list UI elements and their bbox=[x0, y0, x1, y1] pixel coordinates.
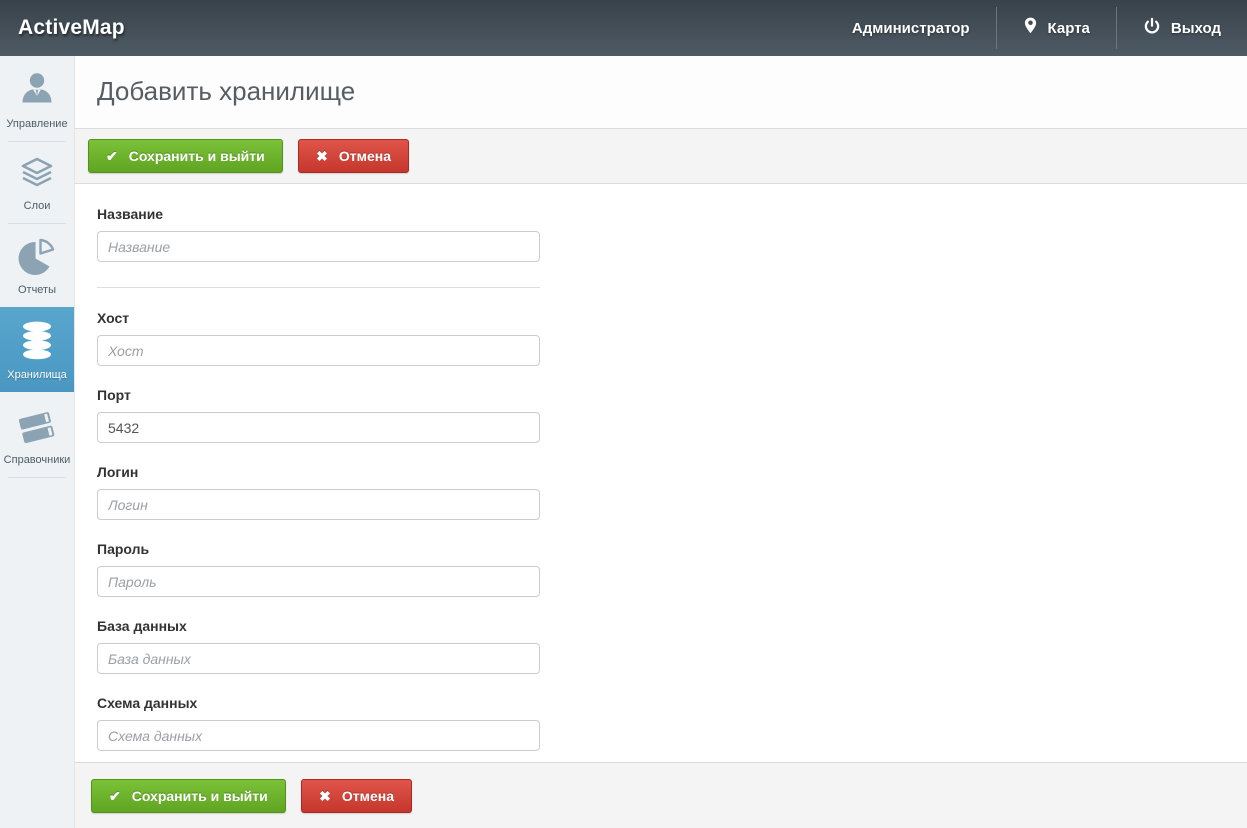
top-header: ActiveMap Администратор Карта Выход bbox=[0, 0, 1247, 56]
field-label: Порт bbox=[97, 387, 1247, 403]
books-icon bbox=[2, 405, 72, 447]
x-icon: ✖ bbox=[319, 788, 331, 805]
save-button-label: Сохранить и выйти bbox=[129, 148, 265, 164]
map-pin-icon bbox=[1023, 16, 1038, 40]
main-content: Добавить хранилище ✔ Сохранить и выйти ✖… bbox=[75, 56, 1247, 828]
field-label: Пароль bbox=[97, 541, 1247, 557]
page-layout: Управление Слои Отчеты bbox=[0, 56, 1247, 828]
sidebar-item-label: Управление bbox=[6, 118, 67, 130]
database-input[interactable] bbox=[97, 643, 540, 674]
sidebar: Управление Слои Отчеты bbox=[0, 56, 75, 828]
storage-form: Название Хост Порт Логин Пароль Б bbox=[75, 184, 1247, 762]
field-label: Хост bbox=[97, 310, 1247, 326]
page-title: Добавить хранилище bbox=[97, 76, 1247, 107]
name-input[interactable] bbox=[97, 231, 540, 262]
cancel-button-label: Отмена bbox=[339, 148, 391, 164]
check-icon: ✔ bbox=[109, 788, 121, 805]
database-icon bbox=[2, 320, 72, 362]
sidebar-item-dictionaries[interactable]: Справочники bbox=[0, 392, 74, 477]
user-menu[interactable]: Администратор bbox=[826, 0, 996, 56]
map-link[interactable]: Карта bbox=[997, 0, 1116, 56]
form-divider bbox=[97, 287, 540, 288]
user-icon bbox=[2, 69, 72, 111]
field-label: База данных bbox=[97, 618, 1247, 634]
host-input[interactable] bbox=[97, 335, 540, 366]
sidebar-item-label: Слои bbox=[24, 200, 51, 212]
power-icon bbox=[1143, 17, 1161, 39]
save-button-label: Сохранить и выйти bbox=[132, 788, 268, 804]
field-label: Схема данных bbox=[97, 695, 1247, 711]
sidebar-item-label: Справочники bbox=[4, 454, 71, 466]
field-group-schema: Схема данных bbox=[97, 695, 1247, 751]
check-icon: ✔ bbox=[106, 148, 118, 165]
login-input[interactable] bbox=[97, 489, 540, 520]
sidebar-item-layers[interactable]: Слои bbox=[0, 142, 74, 223]
cancel-button[interactable]: ✖ Отмена bbox=[298, 139, 409, 173]
sidebar-item-label: Хранилища bbox=[7, 369, 67, 381]
logout-link[interactable]: Выход bbox=[1117, 0, 1247, 56]
pie-chart-icon bbox=[2, 237, 72, 277]
cancel-button-bottom[interactable]: ✖ Отмена bbox=[301, 779, 412, 813]
field-group-password: Пароль bbox=[97, 541, 1247, 597]
save-button[interactable]: ✔ Сохранить и выйти bbox=[88, 139, 283, 173]
layers-icon bbox=[2, 155, 72, 193]
schema-input[interactable] bbox=[97, 720, 540, 751]
bottom-toolbar: ✔ Сохранить и выйти ✖ Отмена bbox=[75, 762, 1247, 828]
map-link-label: Карта bbox=[1048, 20, 1090, 37]
field-group-login: Логин bbox=[97, 464, 1247, 520]
port-input[interactable] bbox=[97, 412, 540, 443]
title-bar: Добавить хранилище bbox=[75, 56, 1247, 128]
field-label: Логин bbox=[97, 464, 1247, 480]
x-icon: ✖ bbox=[316, 148, 328, 165]
sidebar-item-storages[interactable]: Хранилища bbox=[0, 307, 74, 392]
password-input[interactable] bbox=[97, 566, 540, 597]
save-button-bottom[interactable]: ✔ Сохранить и выйти bbox=[91, 779, 286, 813]
sidebar-divider bbox=[8, 477, 66, 478]
sidebar-item-management[interactable]: Управление bbox=[0, 56, 74, 141]
top-toolbar: ✔ Сохранить и выйти ✖ Отмена bbox=[75, 128, 1247, 184]
app-logo: ActiveMap bbox=[18, 16, 125, 40]
cancel-button-label: Отмена bbox=[342, 788, 394, 804]
header-nav: Администратор Карта Выход bbox=[826, 0, 1247, 56]
field-label: Название bbox=[97, 206, 1247, 222]
user-menu-label: Администратор bbox=[852, 20, 970, 37]
field-group-name: Название bbox=[97, 206, 1247, 262]
sidebar-item-reports[interactable]: Отчеты bbox=[0, 224, 74, 307]
sidebar-item-label: Отчеты bbox=[18, 284, 56, 296]
field-group-host: Хост bbox=[97, 310, 1247, 366]
logout-link-label: Выход bbox=[1171, 20, 1221, 37]
field-group-port: Порт bbox=[97, 387, 1247, 443]
field-group-database: База данных bbox=[97, 618, 1247, 674]
